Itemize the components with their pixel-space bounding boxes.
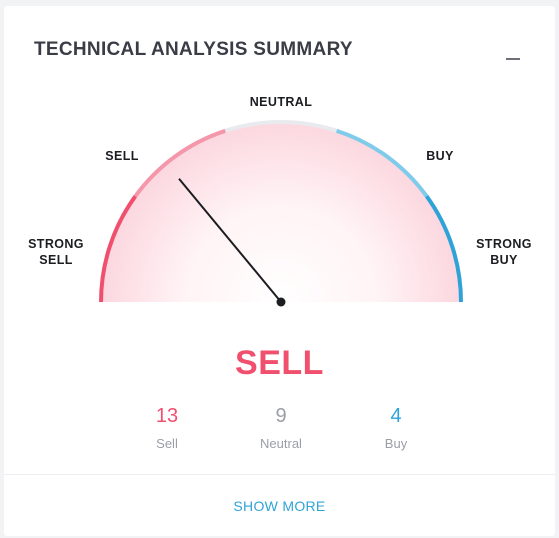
gauge-fill — [101, 122, 461, 302]
gauge-label-sell: SELL — [105, 149, 139, 163]
buy-count: 4 Buy — [346, 404, 446, 451]
sell-count: 13 Sell — [117, 404, 217, 451]
gauge-label-strong-sell: STRONG SELL — [28, 237, 84, 267]
gauge-label-neutral: NEUTRAL — [249, 95, 313, 109]
buy-count-label: Buy — [384, 436, 408, 451]
summary-verdict: SELL — [235, 344, 324, 382]
gauge-label-buy: BUY — [426, 149, 454, 163]
gauge-needle-hub — [276, 297, 286, 307]
footer-divider — [4, 474, 555, 475]
show-more-link[interactable]: SHOW MORE — [4, 498, 555, 514]
neutral-count: 9 Neutral — [231, 404, 331, 451]
technical-analysis-card: TECHNICAL ANALYSIS SUMMARY STRONG SELL SE… — [4, 6, 555, 536]
neutral-count-label: Neutral — [260, 436, 302, 451]
buy-count-value: 4 — [390, 405, 402, 427]
sentiment-gauge — [99, 120, 463, 307]
neutral-count-value: 9 — [275, 405, 287, 427]
gauge-label-strong-buy: STRONG BUY — [476, 237, 532, 267]
sell-count-label: Sell — [156, 436, 178, 451]
sell-count-value: 13 — [155, 405, 179, 427]
